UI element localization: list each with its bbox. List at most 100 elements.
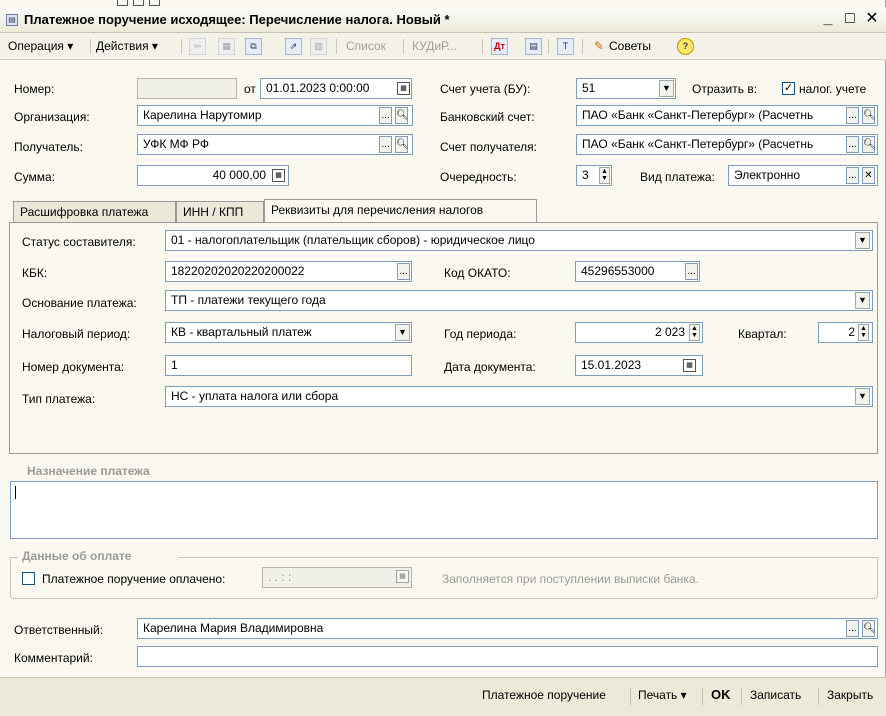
text-icon[interactable]: T — [557, 38, 574, 55]
paid-hint: Заполняется при поступлении выписки банк… — [442, 572, 699, 586]
structure-icon[interactable]: ▥ — [310, 38, 327, 55]
payment-type-label: Вид платежа: — [640, 170, 715, 184]
open-icon[interactable]: 🔍︎ — [862, 107, 876, 124]
separator — [630, 688, 631, 705]
print-form-button[interactable]: Платежное поручение — [482, 688, 606, 702]
paytype-label: Тип платежа: — [22, 392, 96, 406]
chevron-down-icon[interactable]: ▼ — [855, 292, 870, 309]
period-label: Налоговый период: — [22, 327, 131, 341]
basis-select[interactable]: ТП - платежи текущего года — [165, 290, 873, 311]
recipient-account-field[interactable]: ПАО «Банк «Санкт-Петербург» (Расчетнь — [576, 134, 878, 155]
docnum-label: Номер документа: — [22, 360, 125, 374]
separator — [818, 688, 819, 705]
year-spinner-icon[interactable]: ▲ ▼ — [689, 324, 700, 341]
copy-icon[interactable]: ⧉ — [245, 38, 262, 55]
based-on-icon[interactable]: ⇗ — [285, 38, 302, 55]
report-icon[interactable]: ▤ — [525, 38, 542, 55]
select-button[interactable]: ... — [379, 136, 392, 153]
comment-label: Комментарий: — [14, 651, 93, 665]
calendar-icon[interactable]: ▦ — [683, 359, 696, 372]
select-button[interactable]: ... — [379, 107, 392, 124]
paid-checkbox[interactable] — [22, 572, 35, 585]
chevron-down-icon[interactable]: ▼ — [855, 388, 870, 405]
year-label: Год периода: — [444, 327, 517, 341]
debit-credit-icon[interactable]: Дт — [491, 38, 508, 55]
recipient-field[interactable]: УФК МФ РФ — [137, 134, 413, 155]
status-select[interactable]: 01 - налогоплательщик (плательщик сборов… — [165, 230, 873, 251]
recipient-account-label: Счет получателя: — [440, 140, 537, 154]
minimize-button[interactable]: _ — [818, 9, 838, 29]
open-icon[interactable]: 🔍︎ — [862, 620, 876, 637]
go-back-icon[interactable]: ⇦ — [189, 38, 206, 55]
separator — [741, 688, 742, 705]
select-button[interactable]: ... — [397, 263, 410, 280]
calendar-icon[interactable]: ▦ — [397, 82, 410, 95]
bank-account-field[interactable]: ПАО «Банк «Санкт-Петербург» (Расчетнь — [576, 105, 878, 126]
year-field[interactable]: 2 023 — [575, 322, 703, 343]
priority-spinner-icon[interactable]: ▲ ▼ — [599, 167, 610, 184]
number-field[interactable] — [137, 78, 237, 99]
select-button[interactable]: ... — [846, 107, 859, 124]
basis-label: Основание платежа: — [22, 296, 137, 310]
kudir-button[interactable]: КУДиР... — [412, 37, 457, 56]
post-icon[interactable]: ▦ — [218, 38, 235, 55]
comment-field[interactable] — [137, 646, 878, 667]
select-button[interactable]: ... — [846, 136, 859, 153]
okato-field[interactable]: 45296553000 — [575, 261, 700, 282]
tips-button[interactable]: Советы — [609, 37, 651, 56]
close-button[interactable]: Закрыть — [827, 688, 873, 702]
chevron-down-icon[interactable]: ▼ — [395, 324, 410, 341]
tax-accounting-checkbox[interactable]: ✓ — [782, 82, 795, 95]
calculator-icon[interactable]: ▦ — [272, 169, 285, 182]
tips-icon: ✎ — [594, 39, 605, 53]
tab-inn-kpp[interactable]: ИНН / КПП — [176, 201, 264, 222]
period-select[interactable]: КВ - квартальный платеж — [165, 322, 412, 343]
number-label: Номер: — [14, 82, 55, 96]
purpose-label: Назначение платежа — [27, 464, 150, 478]
paytype-select[interactable]: НС - уплата налога или сбора — [165, 386, 873, 407]
command-bar: Платежное поручение Печать ▾ OK Записать… — [0, 677, 886, 716]
help-icon[interactable]: ? — [677, 38, 694, 55]
clear-icon[interactable]: ✕ — [862, 167, 875, 184]
toolbar-separator — [582, 39, 583, 54]
docnum-field[interactable]: 1 — [165, 355, 412, 376]
quarter-spinner-icon[interactable]: ▲ ▼ — [858, 324, 869, 341]
operation-menu[interactable]: Операция ▾ — [8, 37, 73, 56]
toolbar-separator — [548, 39, 549, 54]
document-date-field[interactable]: 01.01.2023 0:00:00 — [260, 78, 412, 99]
tab-tax-requisites[interactable]: Реквизиты для перечисления налогов — [264, 199, 537, 222]
open-icon[interactable]: 🔍︎ — [395, 136, 409, 153]
docdate-label: Дата документа: — [444, 360, 536, 374]
sum-field[interactable]: 40 000,00 — [137, 165, 289, 186]
separator — [702, 688, 703, 705]
purpose-textarea[interactable] — [10, 481, 878, 539]
tab-payment-details[interactable]: Расшифровка платежа — [13, 201, 176, 222]
organization-field[interactable]: Карелина Нарутомир — [137, 105, 413, 126]
account-label: Счет учета (БУ): — [440, 82, 531, 96]
calendar-icon: ▦ — [396, 570, 409, 583]
toolbar-separator — [403, 39, 404, 54]
paid-label: Платежное поручение оплачено: — [42, 572, 226, 586]
sum-label: Сумма: — [14, 170, 56, 184]
list-button[interactable]: Список — [346, 37, 386, 56]
ok-button[interactable]: OK — [711, 687, 731, 702]
open-icon[interactable]: 🔍︎ — [395, 107, 409, 124]
window-title: Платежное поручение исходящее: Перечисле… — [24, 12, 450, 27]
close-window-button[interactable]: ✕ — [862, 9, 882, 29]
chevron-down-icon[interactable]: ▼ — [659, 80, 674, 97]
maximize-button[interactable]: □ — [840, 9, 860, 29]
chevron-down-icon[interactable]: ▼ — [855, 232, 870, 249]
open-icon[interactable]: 🔍︎ — [862, 136, 876, 153]
actions-menu[interactable]: Действия ▾ — [96, 37, 158, 56]
print-menu[interactable]: Печать ▾ — [638, 688, 687, 702]
tax-accounting-label: налог. учете — [799, 82, 867, 96]
organization-label: Организация: — [14, 110, 90, 124]
okato-label: Код ОКАТО: — [444, 266, 511, 280]
select-button[interactable]: ... — [685, 263, 698, 280]
save-button[interactable]: Записать — [750, 688, 801, 702]
toolbar-separator — [482, 39, 483, 54]
select-button[interactable]: ... — [846, 167, 859, 184]
select-button[interactable]: ... — [846, 620, 859, 637]
responsible-field[interactable]: Карелина Мария Владимировна — [137, 618, 878, 639]
kbk-field[interactable]: 18220202020220200022 — [165, 261, 412, 282]
